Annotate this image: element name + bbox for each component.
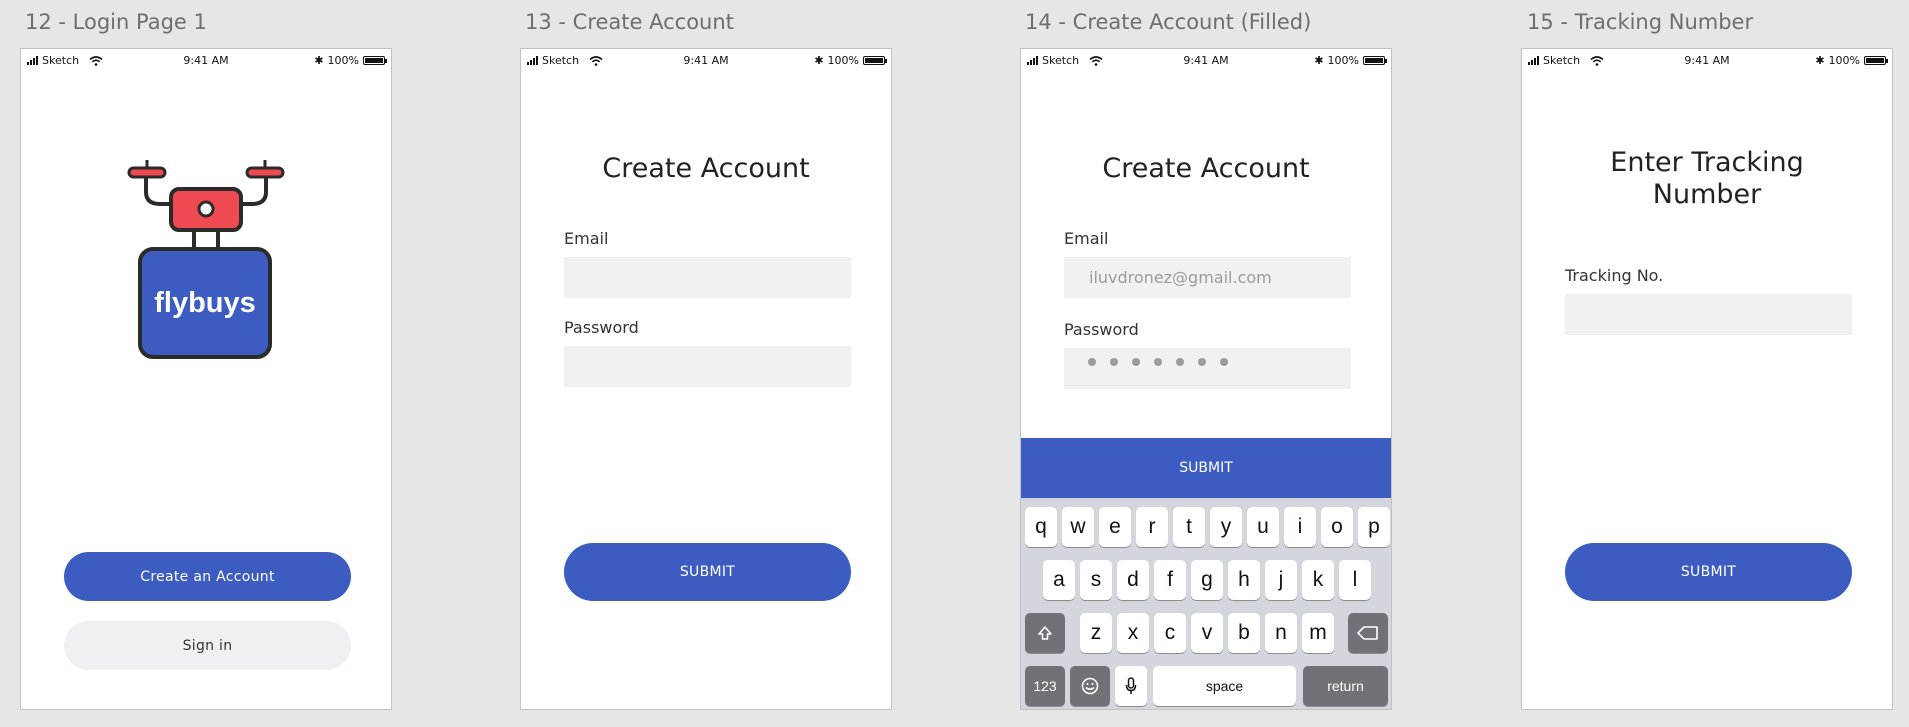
key-e[interactable]: e: [1099, 507, 1131, 547]
key-b[interactable]: b: [1228, 613, 1260, 653]
emoji-icon: [1081, 677, 1099, 695]
key-l[interactable]: l: [1339, 560, 1371, 600]
artboard-title-create-account-filled: 14 - Create Account (Filled): [1025, 10, 1312, 34]
submit-button[interactable]: SUBMIT: [564, 543, 851, 601]
key-m[interactable]: m: [1302, 613, 1334, 653]
battery-icon: [363, 56, 387, 65]
page-title-line-1: Enter Tracking: [1610, 147, 1804, 178]
key-q[interactable]: q: [1025, 507, 1057, 547]
password-dot: [1154, 358, 1162, 366]
battery-percent: 100%: [1828, 54, 1860, 67]
key-f[interactable]: f: [1154, 560, 1186, 600]
key-x[interactable]: x: [1117, 613, 1149, 653]
key-r[interactable]: r: [1136, 507, 1168, 547]
status-bar: Sketch 9:41 AM ✱ 100%: [21, 49, 391, 73]
key-i[interactable]: i: [1284, 507, 1316, 547]
password-field[interactable]: [1064, 348, 1351, 389]
artboard-title-tracking: 15 - Tracking Number: [1527, 10, 1754, 34]
password-field[interactable]: [564, 346, 851, 387]
password-label: Password: [564, 318, 639, 337]
shift-icon: [1038, 626, 1052, 640]
microphone-key[interactable]: [1115, 666, 1147, 706]
tracking-number-label: Tracking No.: [1565, 266, 1664, 285]
artboard-title-login: 12 - Login Page 1: [25, 10, 207, 34]
key-v[interactable]: v: [1191, 613, 1223, 653]
drone-logo: flybuys: [127, 160, 285, 359]
key-j[interactable]: j: [1265, 560, 1297, 600]
page-title: Create Account: [1102, 153, 1310, 184]
create-account-button[interactable]: Create an Account: [64, 552, 351, 601]
status-bar: Sketch 9:41 AM ✱ 100%: [521, 49, 891, 73]
backspace-icon: [1357, 626, 1378, 640]
email-field[interactable]: [564, 257, 851, 298]
key-a[interactable]: a: [1043, 560, 1075, 600]
page-title-line-2: Number: [1652, 179, 1762, 210]
shift-key[interactable]: [1025, 613, 1065, 653]
phone-create-account-filled: Sketch 9:41 AM ✱ 100% Create Account Ema…: [1020, 48, 1392, 710]
bluetooth-icon: ✱: [1314, 54, 1324, 67]
password-dot: [1110, 358, 1118, 366]
return-key[interactable]: return: [1303, 666, 1388, 706]
password-dot: [1176, 358, 1184, 366]
password-dot: [1088, 358, 1096, 366]
email-label: Email: [564, 229, 609, 248]
battery-icon: [1864, 56, 1888, 65]
email-field[interactable]: iluvdronez@gmail.com: [1064, 257, 1351, 298]
submit-button[interactable]: SUBMIT: [1565, 543, 1852, 601]
key-d[interactable]: d: [1117, 560, 1149, 600]
key-p[interactable]: p: [1358, 507, 1390, 547]
status-bar: Sketch 9:41 AM ✱ 100%: [1522, 49, 1892, 73]
key-w[interactable]: w: [1062, 507, 1094, 547]
battery-percent: 100%: [327, 54, 359, 67]
battery-icon: [863, 56, 887, 65]
key-t[interactable]: t: [1173, 507, 1205, 547]
emoji-key[interactable]: [1070, 666, 1110, 706]
key-y[interactable]: y: [1210, 507, 1242, 547]
page-title: Create Account: [602, 153, 810, 184]
bluetooth-icon: ✱: [814, 54, 824, 67]
key-u[interactable]: u: [1247, 507, 1279, 547]
battery-icon: [1363, 56, 1387, 65]
rotor-right: [245, 166, 285, 179]
artboard-title-create-account: 13 - Create Account: [525, 10, 734, 34]
onscreen-keyboard: 123 space return qwertyuiop asdfghjkl zxcv…: [1021, 498, 1391, 709]
submit-button[interactable]: SUBMIT: [1021, 438, 1391, 498]
numbers-key[interactable]: 123: [1025, 666, 1065, 706]
key-z[interactable]: z: [1080, 613, 1112, 653]
rotor-left: [127, 166, 167, 179]
logo-text: flybuys: [154, 287, 256, 319]
password-dot: [1132, 358, 1140, 366]
email-label: Email: [1064, 229, 1109, 248]
status-bar: Sketch 9:41 AM ✱ 100%: [1021, 49, 1391, 73]
backspace-key[interactable]: [1348, 613, 1388, 653]
bluetooth-icon: ✱: [1815, 54, 1825, 67]
key-h[interactable]: h: [1228, 560, 1260, 600]
key-o[interactable]: o: [1321, 507, 1353, 547]
drone-lens: [197, 200, 215, 218]
space-key[interactable]: space: [1153, 666, 1296, 706]
microphone-icon: [1125, 677, 1137, 694]
phone-create-account: Sketch 9:41 AM ✱ 100% Create Account Ema…: [520, 48, 892, 710]
tracking-number-field[interactable]: [1565, 294, 1852, 335]
password-label: Password: [1064, 320, 1139, 339]
phone-tracking: Sketch 9:41 AM ✱ 100% Enter Tracking Num…: [1521, 48, 1893, 710]
key-s[interactable]: s: [1080, 560, 1112, 600]
sign-in-button[interactable]: Sign in: [64, 621, 351, 670]
password-dot: [1220, 358, 1228, 366]
password-dot: [1198, 358, 1206, 366]
page-title: Enter Tracking Number: [1522, 147, 1892, 211]
battery-percent: 100%: [827, 54, 859, 67]
battery-percent: 100%: [1327, 54, 1359, 67]
key-n[interactable]: n: [1265, 613, 1297, 653]
key-k[interactable]: k: [1302, 560, 1334, 600]
bluetooth-icon: ✱: [314, 54, 324, 67]
key-g[interactable]: g: [1191, 560, 1223, 600]
key-c[interactable]: c: [1154, 613, 1186, 653]
phone-login: Sketch 9:41 AM ✱ 100% flybuys Create an …: [20, 48, 392, 710]
